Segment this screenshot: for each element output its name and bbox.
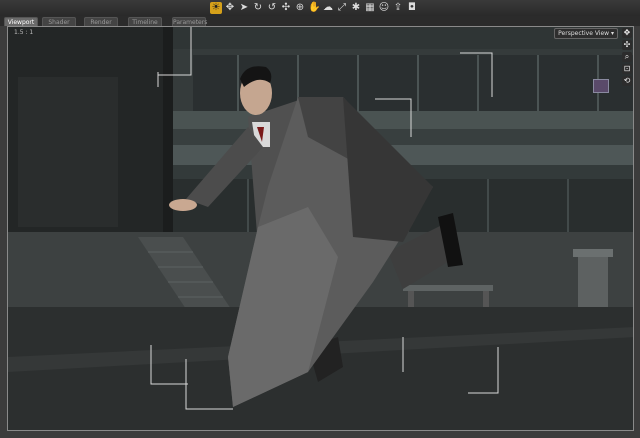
trash-bin [578,255,608,311]
3d-viewport[interactable]: 1.5 : 1 [7,26,634,431]
pointer-icon[interactable]: ➤ [238,2,250,14]
view-selector-dropdown[interactable]: Perspective View ▾ [554,28,618,39]
viewport-nav-controls: ✥ ✣ ⌕ ⊡ ⟲ [622,28,633,88]
snapshot-icon[interactable]: ◘ [406,2,418,14]
hand-icon[interactable]: ✋ [308,2,320,14]
translate-icon[interactable]: ✣ [280,2,292,14]
tab-parameters[interactable]: Parameters [172,17,207,26]
tab-render-editor[interactable]: Render Editor [84,17,118,35]
export-icon[interactable]: ⇪ [392,2,404,14]
orbit-icon[interactable]: ✥ [622,28,632,38]
pan-icon[interactable]: ✣ [622,40,632,50]
pose-icon[interactable]: ✱ [350,2,362,14]
aspect-ratio-label: 1.5 : 1 [14,29,34,36]
grid-icon[interactable]: ▦ [364,2,376,14]
scale-icon[interactable]: ⤢ [336,2,348,14]
chevron-down-icon: ▾ [610,30,614,37]
rotate-alt-icon[interactable]: ↺ [266,2,278,14]
bench [403,285,493,291]
camera-icon[interactable]: ☀ [210,2,222,14]
editor-tab-bar: Viewport Shader Editor Render Editor Tim… [0,16,640,35]
cloth-icon[interactable]: ☁ [322,2,334,14]
zoom-icon[interactable]: ⌕ [622,52,632,62]
tab-viewport[interactable]: Viewport [4,17,38,26]
tab-timeline-editor[interactable]: Timeline Editor [128,17,162,35]
scene-render[interactable] [8,27,634,431]
node-icon[interactable]: ⊕ [294,2,306,14]
reset-icon[interactable]: ⟲ [622,76,632,86]
rotate-icon[interactable]: ↻ [252,2,264,14]
camera-cube-icon[interactable] [593,79,609,93]
main-toolbar: ☀ ✥ ➤ ↻ ↺ ✣ ⊕ ✋ ☁ ⤢ ✱ ▦ ☺ ⇪ ◘ [0,0,640,16]
view-selector-label: Perspective View [558,30,610,37]
move-icon[interactable]: ✥ [224,2,236,14]
tab-shader-editor[interactable]: Shader Editor [42,17,76,35]
frame-icon[interactable]: ⊡ [622,64,632,74]
figure-icon[interactable]: ☺ [378,2,390,14]
